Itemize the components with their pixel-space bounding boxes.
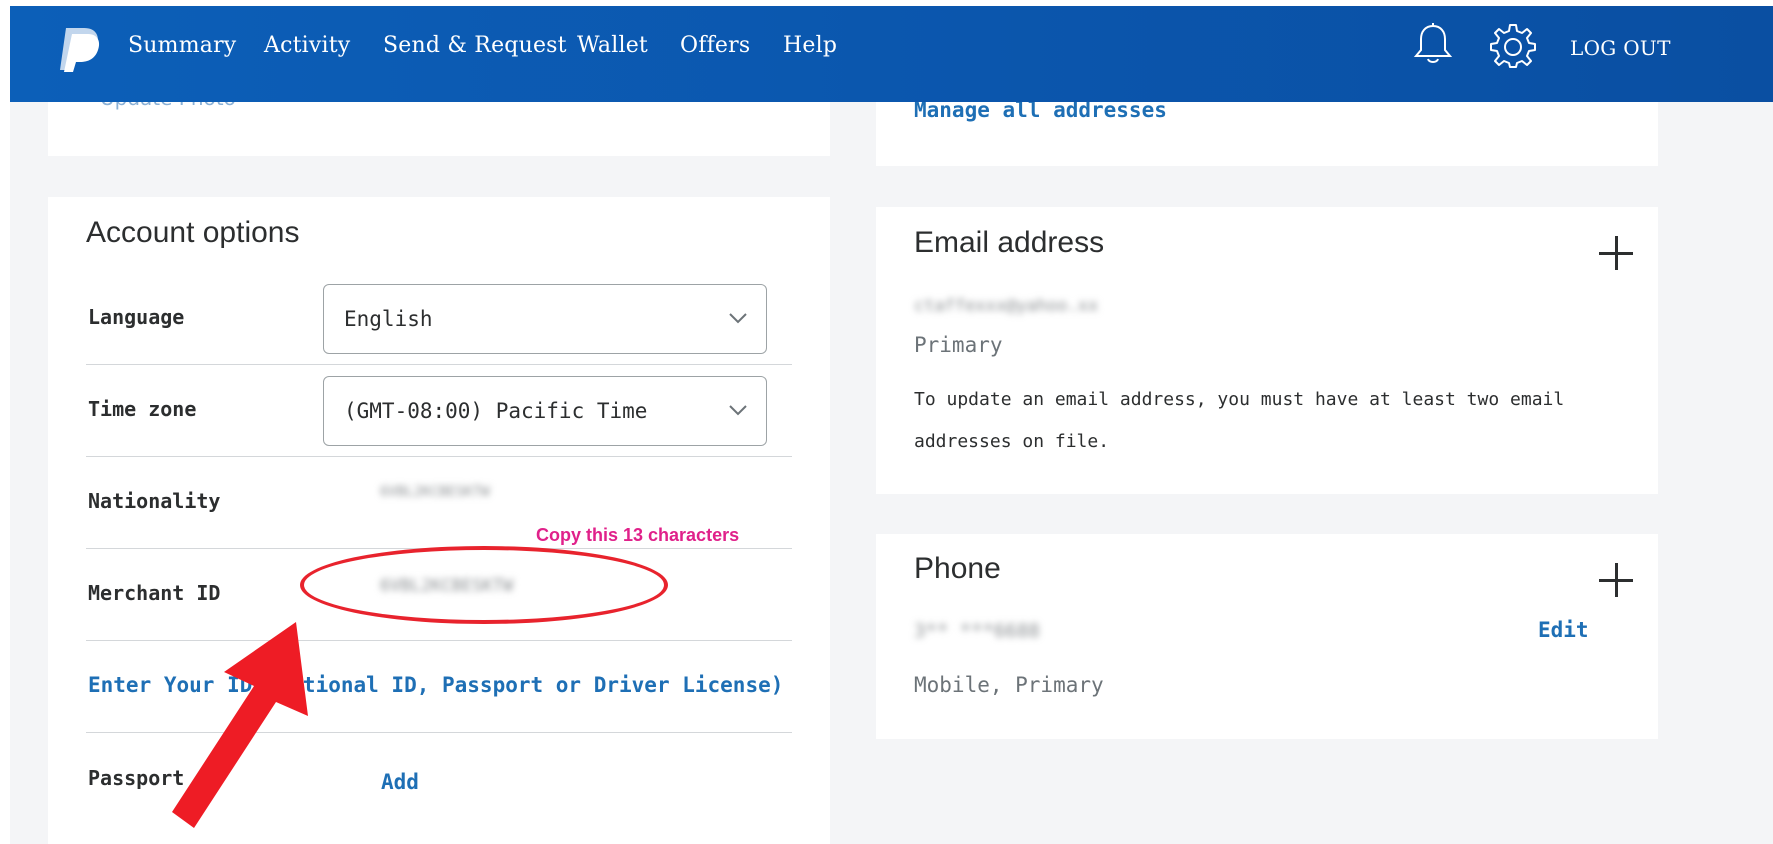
language-label: Language [88, 305, 185, 329]
timezone-label: Time zone [88, 397, 197, 421]
settings-gear-icon[interactable] [1490, 22, 1536, 68]
email-title: Email address [914, 226, 1105, 259]
notification-bell-icon[interactable] [1412, 22, 1454, 66]
nav-activity[interactable]: Activity [264, 33, 350, 58]
language-select[interactable]: English [323, 284, 767, 354]
add-phone-plus-icon[interactable] [1599, 563, 1633, 597]
nationality-label: Nationality [88, 489, 221, 513]
annotation-arrow-icon [172, 622, 308, 828]
phone-title: Phone [914, 552, 1001, 585]
top-navigation-bar: Summary Activity Send & Request Wallet O… [10, 6, 1773, 102]
timezone-value: (GMT-08:00) Pacific Time [344, 399, 648, 423]
nav-send-request[interactable]: Send & Request [383, 33, 567, 58]
nav-offers[interactable]: Offers [680, 33, 750, 58]
phone-edit-link[interactable]: Edit [1538, 618, 1589, 642]
passport-add-link[interactable]: Add [381, 770, 419, 794]
email-value: ctaffexxx@yahoo.xx [914, 296, 1099, 316]
nationality-value: 6VBL2KCBESKTW [380, 484, 490, 500]
timezone-select[interactable]: (GMT-08:00) Pacific Time [323, 376, 767, 446]
nav-help[interactable]: Help [783, 33, 837, 58]
chevron-down-icon [729, 405, 747, 416]
divider [86, 456, 792, 457]
nav-wallet[interactable]: Wallet [577, 33, 648, 58]
phone-value: 3** ***6688 [914, 620, 1040, 642]
add-email-plus-icon[interactable] [1599, 236, 1633, 270]
phone-type: Mobile, Primary [914, 673, 1104, 697]
nav-summary[interactable]: Summary [128, 33, 236, 58]
language-value: English [344, 307, 433, 331]
logout-button[interactable]: LOG OUT [1570, 36, 1671, 60]
divider [86, 364, 792, 365]
annotation-copy-text: Copy this 13 characters [536, 525, 740, 545]
email-type: Primary [914, 333, 1003, 357]
email-update-note: To update an email address, you must hav… [914, 389, 1565, 452]
paypal-logo-icon[interactable] [58, 26, 102, 72]
annotation-ellipse [300, 546, 668, 624]
chevron-down-icon [729, 313, 747, 324]
merchant-id-label: Merchant ID [88, 581, 221, 605]
account-options-title: Account options [86, 216, 300, 249]
